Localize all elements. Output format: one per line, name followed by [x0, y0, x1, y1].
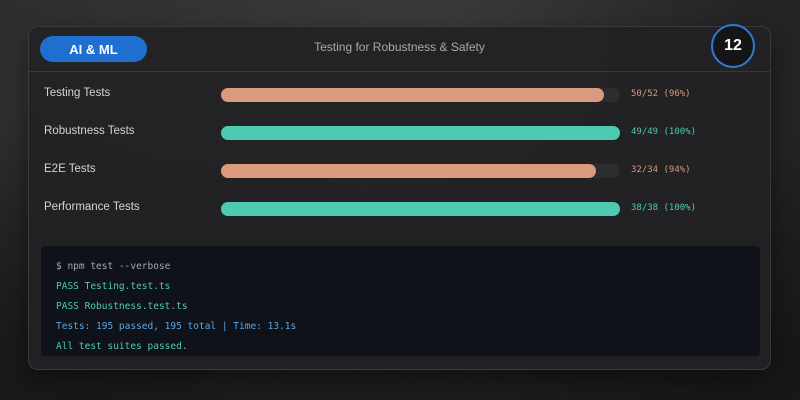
- test-row-performance: Performance Tests 38/38 (100%): [29, 199, 770, 219]
- test-row-e2e: E2E Tests 32/34 (94%): [29, 161, 770, 181]
- progress-track: [221, 88, 620, 102]
- progress-fill: [221, 126, 620, 140]
- terminal-line: All test suites passed.: [56, 341, 188, 352]
- progress-track: [221, 202, 620, 216]
- test-row-robustness: Robustness Tests 49/49 (100%): [29, 123, 770, 143]
- progress-fill: [221, 88, 605, 102]
- number-badge: 12: [711, 24, 755, 68]
- test-row-value: 38/38 (100%): [631, 203, 697, 213]
- test-row-label: Robustness Tests: [44, 125, 135, 137]
- progress-fill: [221, 202, 620, 216]
- progress-track: [221, 126, 620, 140]
- test-results-card: AI & ML Testing for Robustness & Safety …: [28, 24, 771, 370]
- test-row-label: E2E Tests: [44, 163, 96, 175]
- test-row-value: 49/49 (100%): [631, 127, 697, 137]
- terminal-line: Tests: 195 passed, 195 total | Time: 13.…: [56, 321, 297, 332]
- progress-fill: [221, 164, 597, 178]
- terminal-output: $ npm test --verbose PASS Testing.test.t…: [41, 246, 760, 356]
- terminal-line: $ npm test --verbose: [56, 261, 171, 272]
- card-title: Testing for Robustness & Safety: [314, 40, 485, 54]
- terminal-line: PASS Testing.test.ts: [56, 281, 171, 292]
- category-pill[interactable]: AI & ML: [40, 36, 147, 62]
- test-row-label: Testing Tests: [44, 87, 111, 99]
- progress-track: [221, 164, 620, 178]
- test-row-value: 32/34 (94%): [631, 165, 691, 175]
- test-row-label: Performance Tests: [44, 201, 140, 213]
- terminal-line: PASS Robustness.test.ts: [56, 301, 188, 312]
- test-row-testing: Testing Tests 50/52 (96%): [29, 85, 770, 105]
- test-row-value: 50/52 (96%): [631, 89, 691, 99]
- card-header: AI & ML Testing for Robustness & Safety …: [29, 24, 770, 72]
